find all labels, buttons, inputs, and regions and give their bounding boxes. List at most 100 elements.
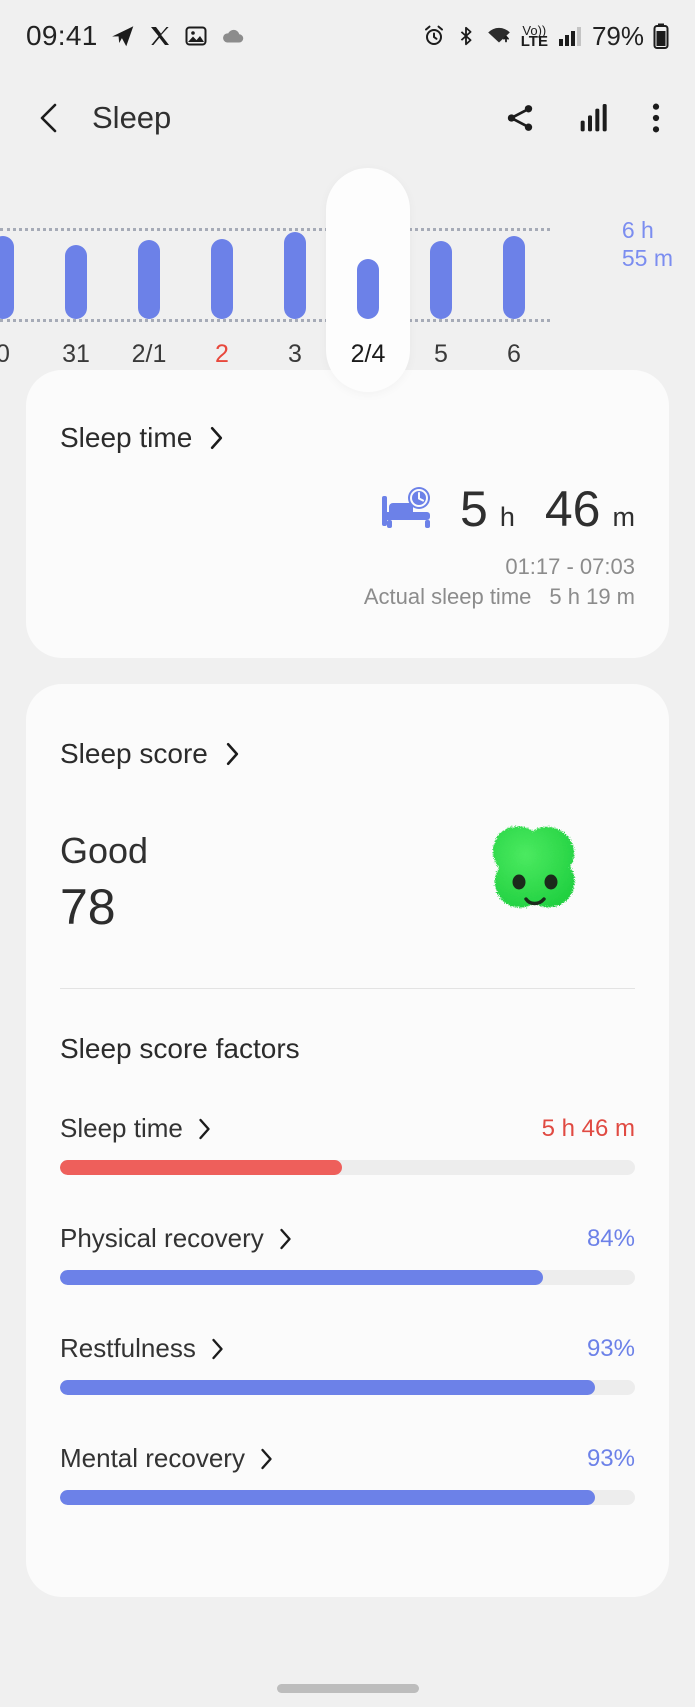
app-bar: Sleep (0, 72, 695, 164)
chart-bar-slot[interactable] (478, 190, 550, 340)
home-indicator[interactable] (276, 1684, 419, 1693)
factor-name: Sleep time (60, 1113, 183, 1143)
chart-bar[interactable] (357, 259, 379, 319)
factor-value: 93% (586, 1444, 635, 1472)
factor-header-row[interactable]: Mental recovery 93% (60, 1443, 635, 1474)
chart-bar-slot[interactable] (113, 190, 185, 340)
bar-chart-icon[interactable] (577, 102, 611, 134)
page-title: Sleep (92, 100, 172, 135)
sleep-score-card[interactable]: Sleep score Good 78 Sleep score factors … (26, 684, 669, 1597)
sleep-score-card-header[interactable]: Sleep score (60, 738, 635, 770)
chart-x-label[interactable]: 2 (186, 340, 258, 369)
chart-bar[interactable] (284, 232, 306, 319)
sleep-time-hours: 5 (460, 481, 488, 537)
factor-progress-track (60, 1270, 635, 1285)
sleep-score-card-title: Sleep score (60, 738, 208, 769)
chart-bar[interactable] (138, 240, 160, 319)
cloud-icon (220, 23, 246, 49)
chart-x-label[interactable]: 0 (0, 340, 39, 369)
sleep-time-minutes: 46 (544, 481, 601, 537)
bed-clock-icon (380, 486, 436, 530)
chevron-right-icon[interactable] (224, 741, 241, 767)
sleep-time-value-row: 5 h 46 m (60, 484, 635, 534)
chart-x-label[interactable]: 31 (40, 340, 112, 369)
sleep-screen: 09:41 Vo)) LTE 79% Sleep 6 h 55 m 0 31 2… (0, 0, 695, 1707)
factor-name: Restfulness (60, 1333, 196, 1363)
chart-x-label[interactable]: 2/1 (113, 340, 185, 369)
sleep-score-factor[interactable]: Physical recovery 84% (60, 1223, 635, 1285)
sleep-score-factor-list: Sleep time 5 h 46 m Physical recovery 84% Re… (60, 1113, 635, 1505)
sleep-score-text: Good 78 (60, 830, 469, 936)
chart-goal-label-line1: 6 h (621, 217, 654, 243)
sleep-time-range: 01:17 - 07:03 (505, 554, 635, 579)
sleep-time-minutes-unit: m (612, 502, 636, 532)
factor-header-row[interactable]: Restfulness 93% (60, 1333, 635, 1364)
chart-x-axis-labels: 0 31 2/1 2 3 2/4 5 6 (0, 340, 550, 374)
chart-bar[interactable] (65, 245, 87, 319)
factor-header-row[interactable]: Physical recovery 84% (60, 1223, 635, 1254)
sleep-score-factor[interactable]: Sleep time 5 h 46 m (60, 1113, 635, 1175)
chart-bar[interactable] (503, 236, 525, 319)
chevron-right-icon[interactable] (210, 1337, 225, 1361)
chart-bar-slot[interactable] (332, 190, 404, 340)
chevron-right-icon[interactable] (197, 1117, 212, 1141)
factor-progress-fill (60, 1490, 595, 1505)
chevron-right-icon[interactable] (208, 425, 225, 451)
factor-progress-track (60, 1380, 635, 1395)
chevron-right-icon[interactable] (259, 1447, 274, 1471)
chart-bars (0, 168, 550, 392)
chart-x-label[interactable]: 3 (259, 340, 331, 369)
status-bar: 09:41 Vo)) LTE 79% (0, 0, 695, 72)
alarm-icon (422, 24, 446, 48)
chart-bar[interactable] (0, 236, 14, 319)
chart-bar-slot[interactable] (0, 190, 39, 340)
status-time: 09:41 (26, 20, 98, 51)
card-bottom-spacer (60, 1505, 635, 1551)
sleep-time-card-header[interactable]: Sleep time (60, 422, 635, 454)
chart-x-label[interactable]: 6 (478, 340, 550, 369)
chart-goal-label: 6 h 55 m (622, 216, 673, 272)
gallery-icon (184, 24, 208, 48)
chart-bar[interactable] (430, 241, 452, 319)
status-bar-right: Vo)) LTE 79% (422, 21, 669, 52)
factor-progress-track (60, 1160, 635, 1175)
volte-icon: Vo)) LTE (520, 24, 548, 50)
factor-value: 5 h 46 m (541, 1114, 635, 1142)
sleep-score-factor[interactable]: Mental recovery 93% (60, 1443, 635, 1505)
sleep-time-details: 01:17 - 07:03 Actual sleep time 5 h 19 m (60, 552, 635, 612)
share-icon[interactable] (503, 101, 537, 135)
actual-sleep-time-label: Actual sleep time (363, 584, 532, 609)
card-divider (60, 988, 635, 989)
factor-value: 84% (586, 1224, 635, 1252)
chart-bar-slot[interactable] (186, 190, 258, 340)
sleep-time-card[interactable]: Sleep time 5 h 46 m 01:17 - 07:03 Actual… (26, 370, 669, 658)
volte-bottom-label: LTE (520, 33, 548, 50)
battery-percent-label: 79% (591, 20, 644, 51)
back-chevron-icon[interactable] (34, 101, 66, 135)
chart-bar-slot[interactable] (40, 190, 112, 340)
sleep-score-number: 78 (60, 879, 116, 935)
factor-name: Physical recovery (60, 1223, 264, 1253)
status-bar-left: 09:41 (26, 20, 246, 52)
telegram-icon (110, 23, 136, 49)
chart-goal-label-line2: 55 m (621, 245, 673, 271)
sleep-score-rating: Good (60, 830, 149, 871)
factor-progress-fill (60, 1160, 342, 1175)
sleep-score-factor[interactable]: Restfulness 93% (60, 1333, 635, 1395)
signal-icon (557, 25, 581, 47)
actual-sleep-time-value: 5 h 19 m (549, 584, 635, 609)
actual-sleep-time-row: Actual sleep time 5 h 19 m (60, 582, 635, 612)
chevron-right-icon[interactable] (278, 1227, 293, 1251)
chart-x-label[interactable]: 2/4 (332, 340, 404, 369)
factor-header-row[interactable]: Sleep time 5 h 46 m (60, 1113, 635, 1144)
chart-bar-slot[interactable] (405, 190, 477, 340)
battery-icon (653, 23, 669, 49)
factor-name: Mental recovery (60, 1443, 245, 1473)
sleep-score-summary: Good 78 (60, 822, 635, 944)
more-vertical-icon[interactable] (651, 101, 661, 135)
x-icon (148, 24, 172, 48)
sleep-bar-chart[interactable]: 6 h 55 m 0 31 2/1 2 3 2/4 5 6 (0, 168, 695, 392)
chart-bar[interactable] (211, 239, 233, 319)
chart-x-label[interactable]: 5 (405, 340, 477, 369)
chart-bar-slot[interactable] (259, 190, 331, 340)
